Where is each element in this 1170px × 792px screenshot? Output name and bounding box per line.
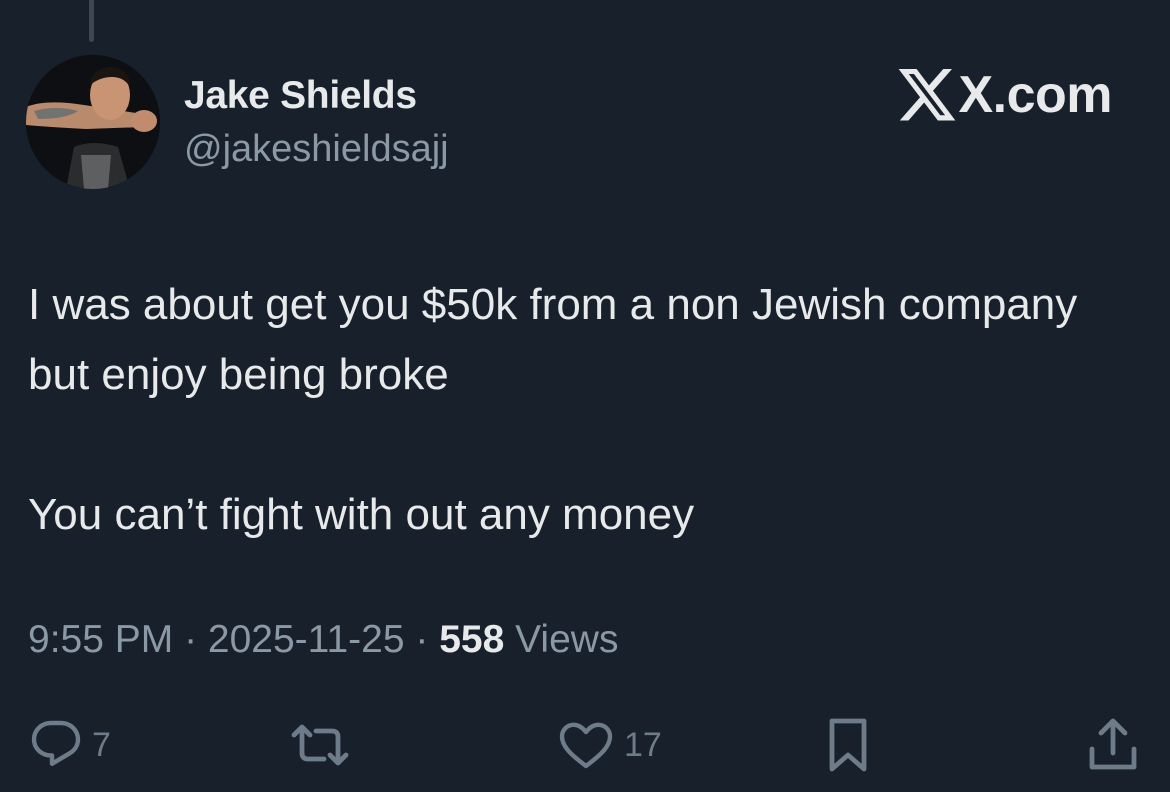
like-count: 17 (624, 725, 662, 764)
thread-connector-line (89, 0, 94, 42)
tweet-meta: 9:55 PM · 2025-11-25 · 558 Views (28, 618, 618, 662)
tweet-paragraph: You can’t fight with out any money (28, 490, 695, 539)
reply-bubble-icon (31, 720, 81, 766)
tweet-body: I was about get you $50k from a non Jewi… (28, 270, 1138, 550)
tweet-time[interactable]: 9:55 PM (28, 618, 173, 661)
views-count: 558 (439, 618, 505, 661)
xcom-brand-text: X.com (958, 66, 1112, 124)
views-label: Views (515, 618, 619, 661)
share-button[interactable] (1084, 712, 1142, 778)
bookmark-button[interactable] (818, 712, 878, 778)
share-upload-icon (1089, 718, 1137, 770)
bookmark-icon (829, 718, 867, 772)
tweet-paragraph: I was about get you $50k from a non Jewi… (28, 280, 1078, 399)
heart-icon (559, 722, 613, 769)
xcom-brand: X.com (898, 64, 1112, 126)
reply-button[interactable]: 7 (28, 712, 111, 778)
author-name[interactable]: Jake Shields (184, 74, 417, 118)
retweet-button[interactable] (284, 712, 356, 778)
reply-count: 7 (92, 725, 111, 764)
meta-separator: · (173, 618, 208, 661)
avatar[interactable] (26, 55, 160, 189)
retweet-arrows-icon (291, 724, 349, 766)
action-bar: 7 17 (0, 712, 1170, 782)
x-logo-icon (899, 69, 956, 121)
tweet-date[interactable]: 2025-11-25 (208, 618, 405, 661)
like-button[interactable]: 17 (556, 712, 662, 778)
author-handle[interactable]: @jakeshieldsajj (184, 128, 449, 171)
meta-separator: · (404, 618, 440, 661)
avatar-image (26, 55, 160, 189)
